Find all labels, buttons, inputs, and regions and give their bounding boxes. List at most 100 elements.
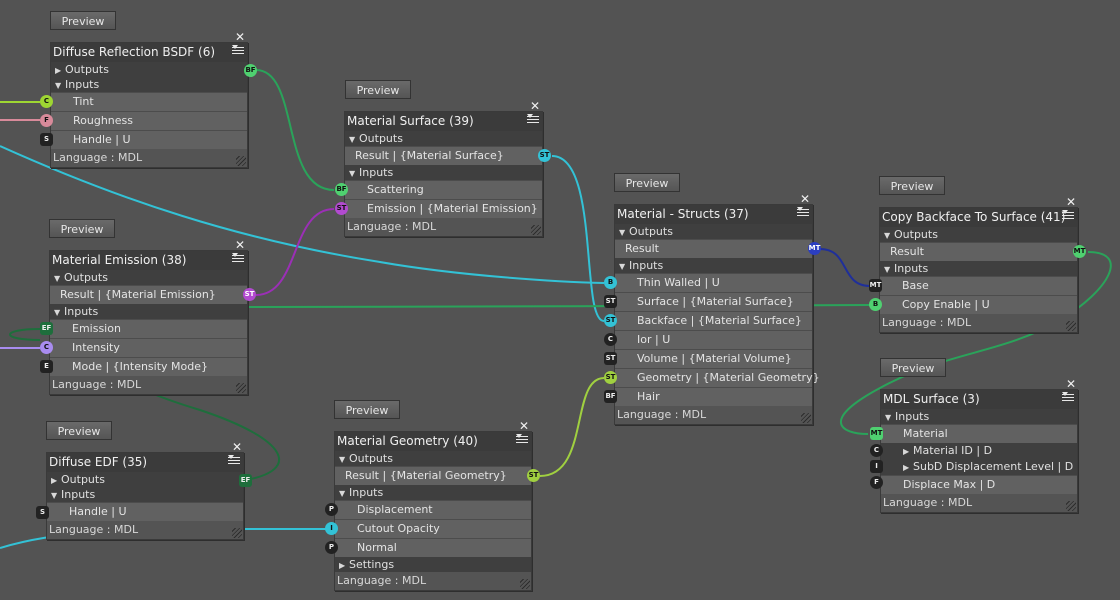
port-volume[interactable]: ST xyxy=(604,352,617,365)
input-emission[interactable]: Emission xyxy=(50,319,247,338)
input-roughness[interactable]: Roughness xyxy=(51,111,247,130)
inputs-section[interactable]: ▼ Inputs xyxy=(615,258,812,273)
input-normal[interactable]: Normal xyxy=(335,538,531,557)
port-copy-enable[interactable]: B xyxy=(869,298,882,311)
resize-grip-icon[interactable] xyxy=(531,225,541,235)
port-result-out[interactable]: ST xyxy=(538,149,551,162)
port-bf-out[interactable]: BF xyxy=(244,64,257,77)
port-backface[interactable]: ST xyxy=(604,314,617,327)
port-emission[interactable]: ST xyxy=(335,202,348,215)
port-ior[interactable]: C xyxy=(604,333,617,346)
outputs-section[interactable]: ▶ Outputs xyxy=(47,472,243,487)
resize-grip-icon[interactable] xyxy=(236,383,246,393)
resize-grip-icon[interactable] xyxy=(520,579,530,589)
input-handle[interactable]: Handle | U xyxy=(51,130,247,149)
close-icon[interactable]: ✕ xyxy=(1066,378,1076,390)
input-geometry[interactable]: Geometry | {Material Geometry} xyxy=(615,368,820,387)
preview-button[interactable]: Preview xyxy=(614,173,680,192)
inputs-section[interactable]: ▼ Inputs xyxy=(47,487,243,502)
port-roughness[interactable]: F xyxy=(40,114,53,127)
input-thin-walled[interactable]: Thin Walled | U xyxy=(615,273,812,292)
outputs-section[interactable]: ▼ Outputs xyxy=(335,451,531,466)
output-result[interactable]: Result xyxy=(615,239,812,258)
port-mode[interactable]: E xyxy=(40,360,53,373)
output-result[interactable]: Result | {Material Surface} xyxy=(345,146,542,165)
preview-button[interactable]: Preview xyxy=(879,176,945,195)
port-cutout-opacity[interactable]: I xyxy=(325,522,338,535)
close-icon[interactable]: ✕ xyxy=(235,31,245,43)
menu-icon[interactable] xyxy=(516,434,528,447)
preview-button[interactable]: Preview xyxy=(345,80,411,99)
outputs-section[interactable]: ▼ Outputs xyxy=(615,224,812,239)
input-material-id[interactable]: ▶ Material ID | D xyxy=(881,443,1077,459)
node-mdl-surface[interactable]: MDL Surface (3) ▼ Inputs Material ▶ Materi… xyxy=(880,389,1078,513)
input-surface[interactable]: Surface | {Material Surface} xyxy=(615,292,812,311)
menu-icon[interactable] xyxy=(1062,392,1074,405)
output-result[interactable]: Result | {Material Emission} xyxy=(50,285,247,304)
port-result-out[interactable]: ST xyxy=(527,469,540,482)
port-ef-out[interactable]: EF xyxy=(239,474,252,487)
port-intensity[interactable]: C xyxy=(40,341,53,354)
inputs-section[interactable]: ▼ Inputs xyxy=(880,261,1077,276)
output-result[interactable]: Result | {Material Geometry} xyxy=(335,466,531,485)
close-icon[interactable]: ✕ xyxy=(530,100,540,112)
outputs-section[interactable]: ▶ Outputs xyxy=(51,62,247,77)
menu-icon[interactable] xyxy=(232,253,244,266)
close-icon[interactable]: ✕ xyxy=(235,239,245,251)
node-material-structs[interactable]: Material - Structs (37) ▼ Outputs Result … xyxy=(614,204,820,425)
port-displacement[interactable]: P xyxy=(325,503,338,516)
preview-button[interactable]: Preview xyxy=(334,400,400,419)
input-scattering[interactable]: Scattering xyxy=(345,180,542,199)
menu-icon[interactable] xyxy=(1062,210,1074,223)
input-intensity[interactable]: Intensity xyxy=(50,338,247,357)
preview-button[interactable]: Preview xyxy=(50,11,116,30)
menu-icon[interactable] xyxy=(527,114,539,127)
node-diffuse-edf[interactable]: Diffuse EDF (35) ▶ Outputs ▼ Inputs Handle… xyxy=(46,452,244,540)
node-material-emission[interactable]: Material Emission (38) ▼ Outputs Result |… xyxy=(49,250,248,395)
preview-button[interactable]: Preview xyxy=(49,219,115,238)
port-thin-walled[interactable]: B xyxy=(604,276,617,289)
outputs-section[interactable]: ▼ Outputs xyxy=(345,131,542,146)
inputs-section[interactable]: ▼ Inputs xyxy=(50,304,247,319)
node-material-geometry[interactable]: Material Geometry (40) ▼ Outputs Result |… xyxy=(334,431,532,591)
menu-icon[interactable] xyxy=(232,45,244,58)
input-backface[interactable]: Backface | {Material Surface} xyxy=(615,311,812,330)
port-emission[interactable]: EF xyxy=(40,322,53,335)
port-hair[interactable]: BF xyxy=(604,390,617,403)
input-volume[interactable]: Volume | {Material Volume} xyxy=(615,349,812,368)
output-result[interactable]: Result xyxy=(880,242,1077,261)
close-icon[interactable]: ✕ xyxy=(800,193,810,205)
settings-section[interactable]: ▶ Settings xyxy=(335,557,531,572)
input-copy-enable[interactable]: Copy Enable | U xyxy=(880,295,1077,314)
menu-icon[interactable] xyxy=(797,207,809,220)
port-result-out[interactable]: MT xyxy=(1073,245,1086,258)
port-handle[interactable]: S xyxy=(40,133,53,146)
inputs-section[interactable]: ▼ Inputs xyxy=(51,77,247,92)
port-surface[interactable]: ST xyxy=(604,295,617,308)
inputs-section[interactable]: ▼ Inputs xyxy=(335,485,531,500)
port-result-out[interactable]: ST xyxy=(243,288,256,301)
port-subd[interactable]: I xyxy=(870,460,883,473)
input-ior[interactable]: Ior | U xyxy=(615,330,812,349)
preview-button[interactable]: Preview xyxy=(46,421,112,440)
outputs-section[interactable]: ▼ Outputs xyxy=(50,270,247,285)
preview-button[interactable]: Preview xyxy=(880,358,946,377)
inputs-section[interactable]: ▼ Inputs xyxy=(881,409,1077,424)
close-icon[interactable]: ✕ xyxy=(1066,196,1076,208)
input-mode[interactable]: Mode | {Intensity Mode} xyxy=(50,357,247,376)
close-icon[interactable]: ✕ xyxy=(519,420,529,432)
outputs-section[interactable]: ▼ Outputs xyxy=(880,227,1077,242)
port-tint[interactable]: C xyxy=(40,95,53,108)
input-subd-displacement[interactable]: ▶ SubD Displacement Level | D xyxy=(881,459,1077,475)
input-displacement[interactable]: Displacement xyxy=(335,500,531,519)
input-handle[interactable]: Handle | U xyxy=(47,502,243,521)
port-geometry[interactable]: ST xyxy=(604,371,617,384)
resize-grip-icon[interactable] xyxy=(232,528,242,538)
menu-icon[interactable] xyxy=(228,455,240,468)
input-material[interactable]: Material xyxy=(881,424,1077,443)
input-displace-max[interactable]: Displace Max | D xyxy=(881,475,1077,494)
inputs-section[interactable]: ▼ Inputs xyxy=(345,165,542,180)
resize-grip-icon[interactable] xyxy=(1066,321,1076,331)
input-hair[interactable]: Hair xyxy=(615,387,812,406)
node-diffuse-reflection-bsdf[interactable]: Diffuse Reflection BSDF (6) ▶ Outputs ▼ In… xyxy=(50,42,248,168)
